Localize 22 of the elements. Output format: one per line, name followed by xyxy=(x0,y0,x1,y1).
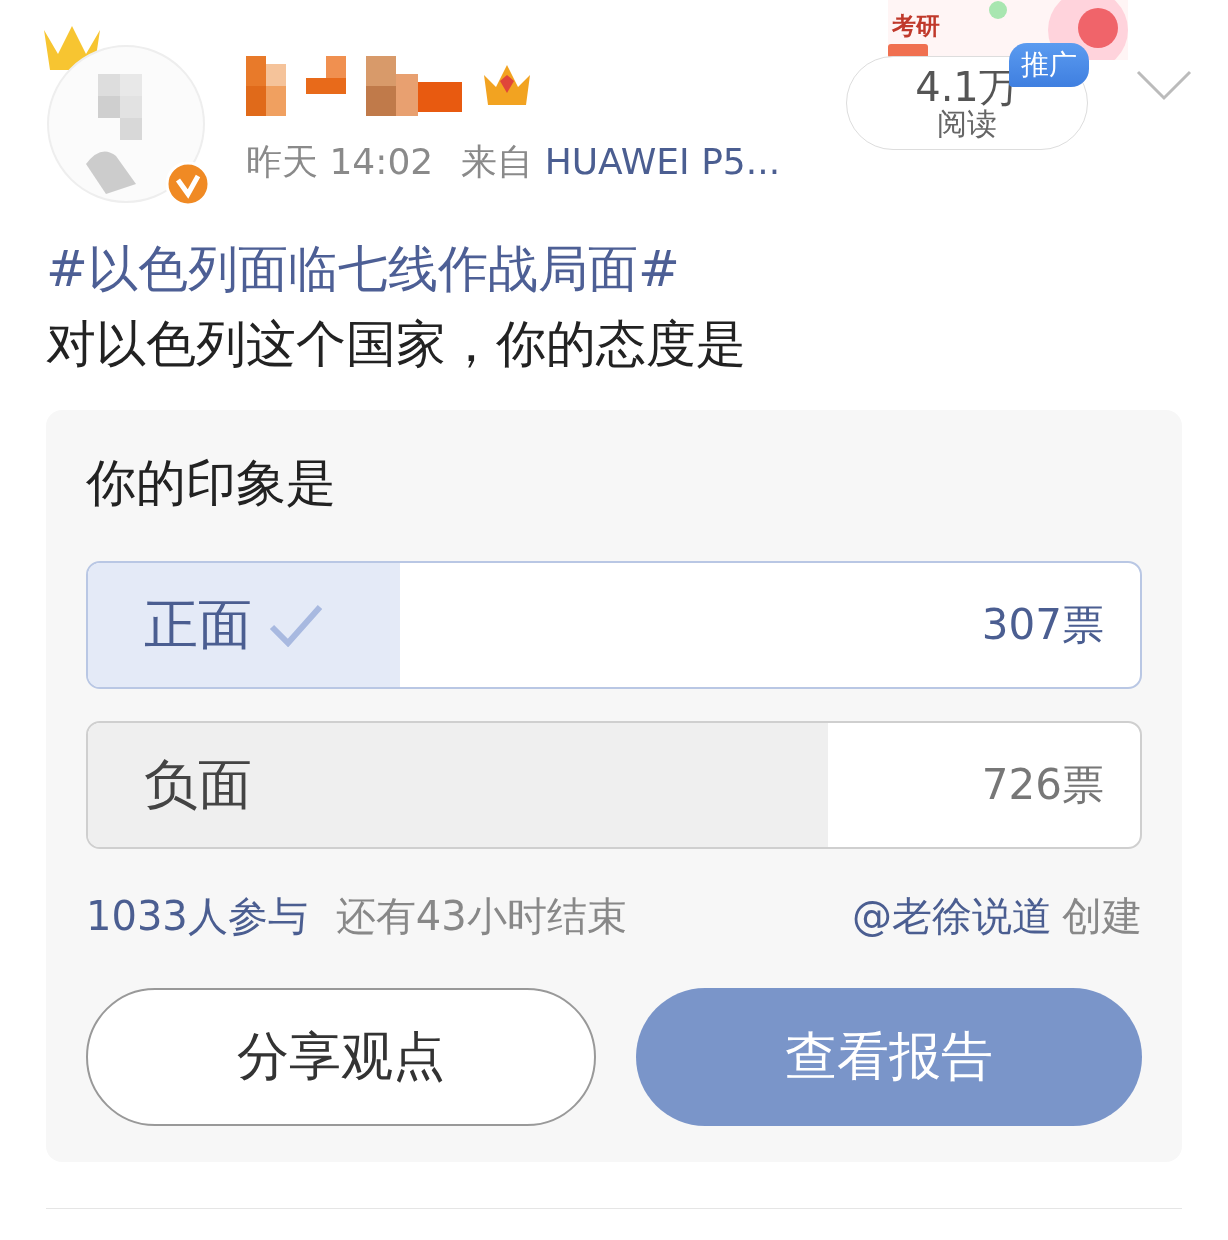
poll-option[interactable]: 正面 307票 xyxy=(86,561,1142,689)
vote-count: 307票 xyxy=(981,599,1104,651)
created-label: 创建 xyxy=(1062,892,1142,941)
banner-title: 考研 xyxy=(892,11,940,42)
time-remaining: 还有43小时结束 xyxy=(335,892,627,941)
option-label: 正面 xyxy=(144,591,252,658)
hashtag-link[interactable]: #以色列面临七线作战局面# xyxy=(46,232,1182,307)
post-text: 对以色列这个国家，你的态度是 xyxy=(46,314,747,375)
read-label: 阅读 xyxy=(937,106,997,140)
vote-count: 726票 xyxy=(981,759,1104,811)
poll-option[interactable]: 负面 726票 xyxy=(86,721,1142,849)
post-time: 昨天 14:02 xyxy=(246,140,434,184)
source-link[interactable]: HUAWEI P5... xyxy=(544,141,781,182)
participant-count: 1033人参与 xyxy=(86,892,308,941)
creator-link[interactable]: @老徐说道 xyxy=(852,889,1052,944)
share-button[interactable]: 分享观点 xyxy=(86,988,596,1126)
verified-badge-icon xyxy=(166,162,210,206)
poll-title: 你的印象是 xyxy=(86,453,337,514)
option-label: 负面 xyxy=(144,751,252,818)
check-icon xyxy=(268,603,324,647)
chevron-down-icon[interactable] xyxy=(1136,70,1192,102)
source-prefix: 来自 xyxy=(461,141,534,182)
